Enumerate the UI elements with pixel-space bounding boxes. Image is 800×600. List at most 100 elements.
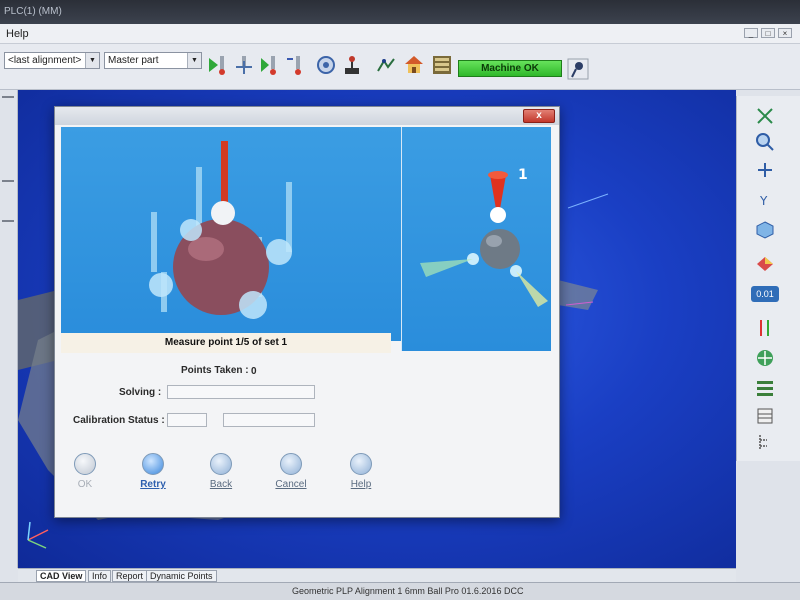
database-icon[interactable] xyxy=(430,53,454,77)
coord-readout-icon[interactable]: 0.01 xyxy=(751,286,779,302)
measure-instruction: Measure point 1/5 of set 1 xyxy=(61,333,391,353)
solving-label: Solving : xyxy=(119,387,162,398)
ok-button[interactable]: OK xyxy=(55,453,115,490)
panel-marker xyxy=(2,180,14,182)
chevron-down-icon: ▼ xyxy=(85,53,99,68)
dialog-close-button[interactable]: x xyxy=(523,109,555,123)
minimize-button[interactable]: _ xyxy=(744,28,758,38)
application-window: PLC(1) (MM) Help _ □ × <last alignment> … xyxy=(0,0,800,600)
check-icon xyxy=(74,453,96,475)
run-icon[interactable] xyxy=(206,53,230,77)
probe-cone xyxy=(490,175,506,209)
alignment-icon[interactable] xyxy=(755,318,775,338)
back-button[interactable]: Back xyxy=(191,453,251,490)
callout-number: 1 xyxy=(518,167,528,183)
status-text: Geometric PLP Alignment 1 6mm Ball Pro 0… xyxy=(292,586,524,596)
window-controls: _ □ × xyxy=(744,28,792,38)
contact-point xyxy=(180,219,202,241)
title-bar: PLC(1) (MM) xyxy=(0,0,800,24)
tab-info[interactable]: Info xyxy=(88,570,112,582)
rotate-icon[interactable] xyxy=(755,160,775,180)
points-taken-label: Points Taken : xyxy=(181,365,249,376)
probe-tip-view: 1 xyxy=(401,127,551,351)
table-icon[interactable] xyxy=(755,406,775,426)
microphone-icon[interactable] xyxy=(566,57,590,81)
touch-icon[interactable] xyxy=(374,53,398,77)
probe-calibrate-icon[interactable] xyxy=(284,53,308,77)
bottom-tab-bar: CAD View Info Report Dynamic Points xyxy=(18,568,736,582)
menu-help[interactable]: Help xyxy=(6,28,29,40)
part-select[interactable]: Master part ▼ xyxy=(104,52,202,69)
menu-bar: Help _ □ × xyxy=(0,24,800,44)
probe-move-icon[interactable] xyxy=(232,53,256,77)
close-window-button[interactable]: × xyxy=(778,28,792,38)
view-cube-icon[interactable] xyxy=(755,220,775,240)
part-select-value: Master part xyxy=(108,55,159,66)
fit-view-icon[interactable] xyxy=(755,106,775,126)
alignment-select[interactable]: <last alignment> ▼ xyxy=(4,52,100,69)
tab-cad-view[interactable]: CAD View xyxy=(36,570,87,582)
calibration-status-field xyxy=(167,413,207,427)
part-geometry xyxy=(558,280,598,310)
calibration-result-field xyxy=(223,413,315,427)
retry-icon xyxy=(142,453,164,475)
approach-vector xyxy=(420,259,473,277)
shaded-icon[interactable] xyxy=(755,254,775,274)
main-toolbar: <last alignment> ▼ Master part ▼ Machine… xyxy=(0,44,800,90)
compass-icon[interactable] xyxy=(755,348,775,368)
maximize-button[interactable]: □ xyxy=(761,28,775,38)
retry-button[interactable]: Retry xyxy=(123,453,183,490)
touch-pin xyxy=(286,182,292,252)
home-icon[interactable] xyxy=(402,53,426,77)
probe-stylus xyxy=(221,141,228,203)
probe-calibration-dialog: x 1 Measure point 1/5 of set 1 Points Ta… xyxy=(54,106,560,518)
help-button[interactable]: Help xyxy=(331,453,391,490)
list-icon[interactable] xyxy=(755,378,775,398)
help-icon xyxy=(350,453,372,475)
probe-body xyxy=(480,229,520,269)
contact-point xyxy=(149,273,173,297)
back-button-label: Back xyxy=(209,479,233,490)
probe-tip-illustration: 1 xyxy=(420,167,548,307)
status-bar: Geometric PLP Alignment 1 6mm Ball Pro 0… xyxy=(0,582,800,600)
contact-point xyxy=(266,239,292,265)
retry-button-label: Retry xyxy=(140,479,166,490)
cancel-button-label: Cancel xyxy=(275,479,307,490)
zoom-icon[interactable] xyxy=(755,132,775,152)
axis-y-icon[interactable]: Y xyxy=(755,190,775,210)
panel-marker xyxy=(2,96,14,98)
axes-triad-icon xyxy=(27,521,49,549)
touch-pin xyxy=(151,212,157,272)
joystick-icon[interactable] xyxy=(340,53,364,77)
right-toolbar: Y 0.01 xyxy=(736,96,800,461)
svg-text:Y: Y xyxy=(759,194,768,208)
tab-report[interactable]: Report xyxy=(112,570,148,582)
cancel-button[interactable]: Cancel xyxy=(261,453,321,490)
window-title: PLC(1) (MM) xyxy=(4,6,62,17)
probe-tip xyxy=(211,201,235,225)
scan-icon[interactable] xyxy=(314,53,338,77)
calibration-sphere-illustration xyxy=(149,141,292,319)
ok-button-label: OK xyxy=(77,479,93,490)
back-icon xyxy=(210,453,232,475)
axis-line xyxy=(567,193,609,209)
points-taken-value: 0 xyxy=(251,366,257,377)
contact-point xyxy=(239,291,267,319)
panel-marker xyxy=(2,220,14,222)
calibration-status-label: Calibration Status : xyxy=(73,415,165,426)
approach-vector xyxy=(516,271,548,307)
probe-tip xyxy=(490,207,506,223)
left-panel xyxy=(0,90,18,568)
chevron-down-icon: ▼ xyxy=(187,53,201,68)
probe-cone-top xyxy=(488,171,508,179)
probe-down-icon[interactable] xyxy=(258,53,282,77)
solving-field xyxy=(167,385,315,399)
help-button-label: Help xyxy=(350,479,372,490)
calibration-sphere-view xyxy=(61,127,401,341)
probe-highlight xyxy=(486,235,502,247)
tab-dynamic-points[interactable]: Dynamic Points xyxy=(146,570,217,582)
tree-icon[interactable] xyxy=(755,432,775,452)
cancel-icon xyxy=(280,453,302,475)
alignment-select-value: <last alignment> xyxy=(8,55,82,66)
dialog-title-bar: x xyxy=(55,107,559,125)
